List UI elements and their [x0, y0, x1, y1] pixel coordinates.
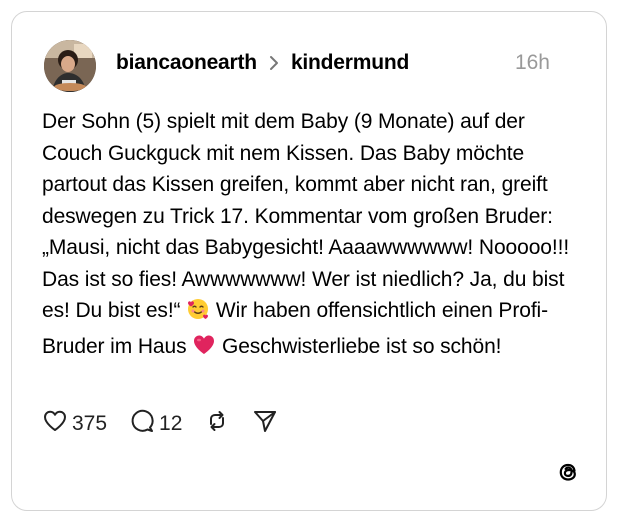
- share-button[interactable]: [252, 408, 278, 440]
- post-text-part-1: Der Sohn (5) spielt mit dem Baby (9 Mona…: [42, 110, 575, 322]
- send-icon: [252, 408, 278, 440]
- chevron-right-icon: [269, 55, 279, 71]
- post-timestamp: 16h: [514, 51, 550, 74]
- community-name[interactable]: kindermund: [291, 51, 409, 75]
- smiling-face-with-hearts-icon: [186, 297, 210, 331]
- avatar[interactable]: [44, 40, 96, 92]
- post-actions: 375 12: [42, 408, 300, 440]
- red-heart-icon: [192, 333, 216, 367]
- reply-button[interactable]: 12: [129, 408, 182, 440]
- like-button[interactable]: 375: [42, 408, 107, 440]
- post-text-part-3: Geschwisterliebe ist so schön!: [216, 334, 502, 358]
- author-username[interactable]: biancaonearth: [116, 51, 257, 75]
- threads-logo-icon: [554, 458, 582, 486]
- avatar-image: [44, 40, 96, 92]
- repost-button[interactable]: [204, 408, 230, 440]
- post-header: biancaonearth kindermund: [116, 48, 409, 78]
- like-count: 375: [72, 412, 108, 435]
- speech-bubble-icon: [129, 408, 155, 440]
- post-body: Der Sohn (5) spielt mit dem Baby (9 Mona…: [42, 106, 582, 366]
- repost-icon: [204, 408, 230, 440]
- post-card: biancaonearth kindermund 16h Der Sohn (5…: [11, 11, 607, 511]
- reply-count: 12: [159, 412, 183, 435]
- heart-outline-icon: [42, 408, 68, 440]
